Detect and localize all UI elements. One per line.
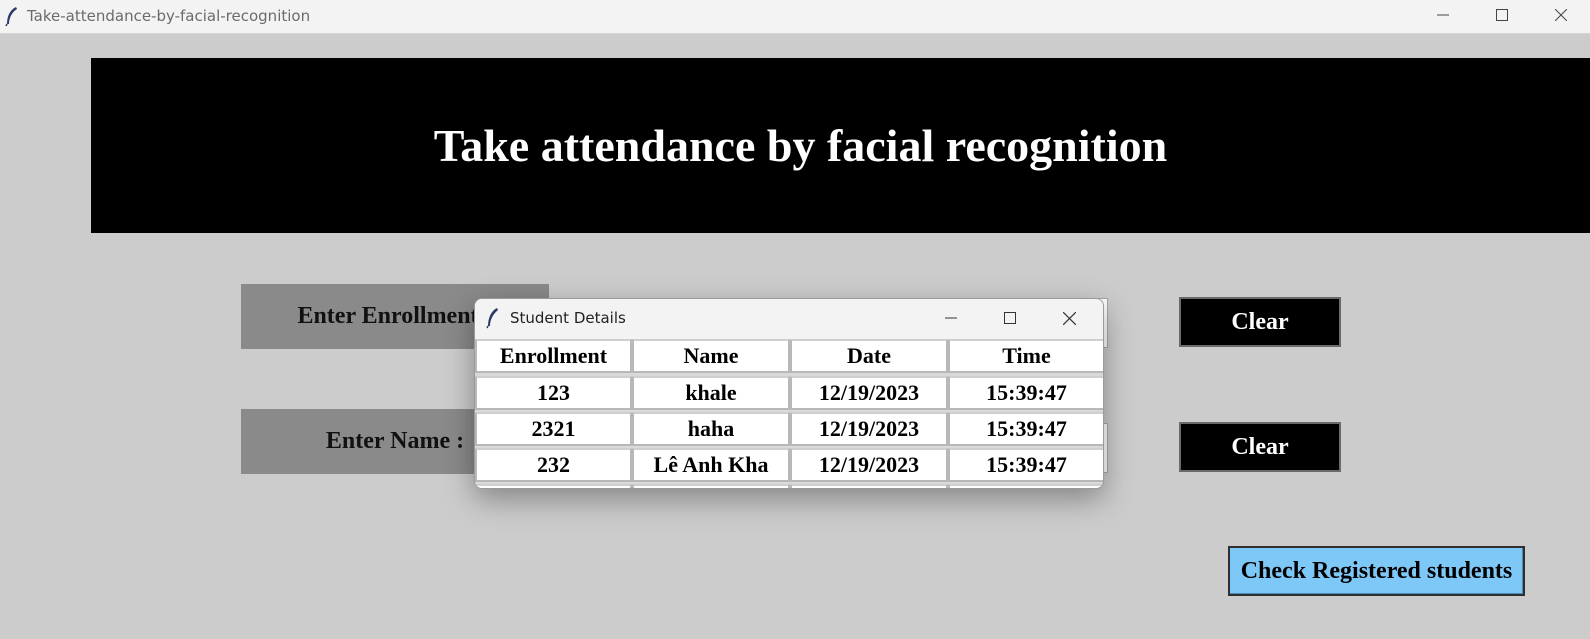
check-registered-students-button[interactable]: Check Registered students xyxy=(1228,546,1525,596)
maximize-icon xyxy=(1004,312,1016,324)
dialog-minimize-button[interactable] xyxy=(928,302,974,334)
minimize-icon xyxy=(945,317,957,319)
minimize-icon xyxy=(1437,14,1449,16)
table-cell: 232 xyxy=(475,448,632,482)
column-header: Enrollment xyxy=(475,339,632,373)
table-cell: haha xyxy=(632,412,790,446)
dialog-title: Student Details xyxy=(510,309,626,327)
table-cell: 15:39:47 xyxy=(948,376,1103,410)
table-cell: Lê Anh Kha xyxy=(632,448,790,482)
table-cell: 123 xyxy=(475,376,632,410)
column-header: Time xyxy=(948,339,1103,373)
column-header: Date xyxy=(790,339,948,373)
table-cell xyxy=(475,484,632,488)
table-cell: khale xyxy=(632,376,790,410)
column-header: Name xyxy=(632,339,790,373)
clear-name-button[interactable]: Clear xyxy=(1179,422,1341,472)
table-cell: 12/19/2023 xyxy=(790,412,948,446)
page-title: Take attendance by facial recognition xyxy=(433,120,1168,171)
table-cell xyxy=(790,484,948,488)
close-icon xyxy=(1062,311,1076,325)
table-cell: 12/19/2023 xyxy=(790,448,948,482)
minimize-button[interactable] xyxy=(1414,0,1472,30)
header-banner: Take attendance by facial recognition xyxy=(91,58,1590,233)
table-cell xyxy=(948,484,1103,488)
close-icon xyxy=(1555,9,1567,21)
clear-enrollment-button[interactable]: Clear xyxy=(1179,297,1341,347)
maximize-icon xyxy=(1496,9,1508,21)
student-details-dialog: Student Details Enrollment Name Date Tim… xyxy=(474,298,1104,489)
window-title: Take-attendance-by-facial-recognition xyxy=(27,7,311,25)
table-cell xyxy=(632,484,790,488)
table-cell: 12/19/2023 xyxy=(790,376,948,410)
table-cell: 15:39:47 xyxy=(948,448,1103,482)
dialog-close-button[interactable] xyxy=(1046,302,1092,334)
feather-icon xyxy=(5,7,17,26)
dialog-maximize-button[interactable] xyxy=(987,302,1033,334)
table-cell: 2321 xyxy=(475,412,632,446)
close-button[interactable] xyxy=(1532,0,1590,30)
dialog-titlebar: Student Details xyxy=(475,299,1103,339)
table-cell: 15:39:47 xyxy=(948,412,1103,446)
window-titlebar: Take-attendance-by-facial-recognition xyxy=(0,0,1590,34)
feather-icon xyxy=(486,308,498,329)
maximize-button[interactable] xyxy=(1473,0,1531,30)
